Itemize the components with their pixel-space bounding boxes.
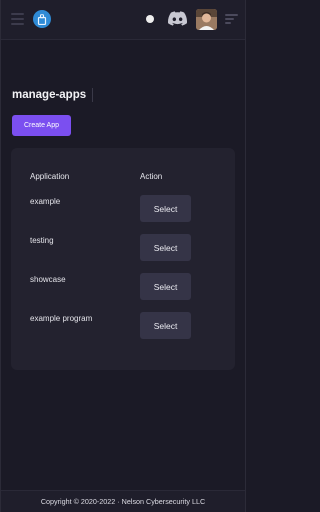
user-avatar[interactable] [196, 9, 217, 30]
create-app-button[interactable]: Create App [12, 115, 71, 136]
app-frame: manage-apps Create App Application Actio… [0, 0, 246, 512]
select-button-showcase[interactable]: Select [140, 273, 191, 300]
app-name-example-program: example program [30, 314, 93, 323]
app-name-example: example [30, 197, 61, 206]
status-dot-icon [146, 15, 154, 23]
hamburger-icon[interactable] [11, 13, 24, 25]
top-bar [1, 0, 245, 40]
select-button-testing[interactable]: Select [140, 234, 191, 261]
page-title: manage-apps [12, 88, 94, 102]
select-button-example[interactable]: Select [140, 195, 191, 222]
select-button-example-program[interactable]: Select [140, 312, 191, 339]
apps-table-card: Application Action example Select testin… [11, 148, 235, 370]
menu-lines-icon[interactable] [225, 14, 238, 24]
column-header-action: Action [140, 172, 163, 181]
copyright-text: Copyright © 2020-2022 · Nelson Cybersecu… [40, 497, 206, 506]
footer: Copyright © 2020-2022 · Nelson Cybersecu… [1, 490, 245, 512]
app-name-testing: testing [30, 236, 54, 245]
app-name-showcase: showcase [30, 275, 66, 284]
app-logo-icon[interactable] [33, 10, 51, 28]
column-header-application: Application [30, 172, 70, 181]
discord-icon[interactable] [168, 9, 188, 28]
